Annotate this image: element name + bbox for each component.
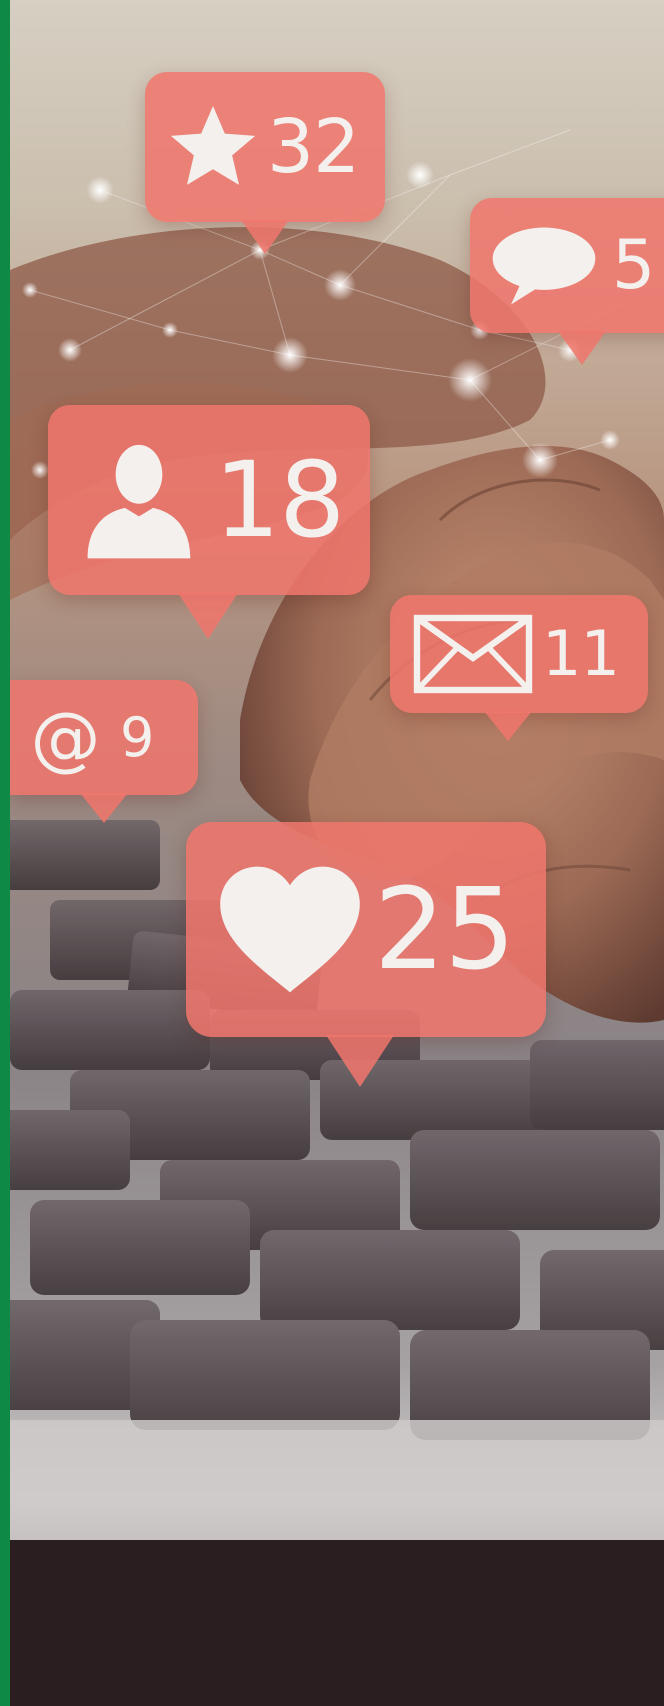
follower-notification-badge: 18: [48, 405, 370, 650]
follower-count: 18: [214, 439, 345, 561]
star-count: 32: [267, 104, 360, 190]
mention-notification-badge: @ 9: [10, 680, 198, 830]
heart-icon: [210, 822, 370, 1037]
like-count: 25: [374, 864, 516, 995]
star-icon: [163, 72, 263, 222]
social-notifications-photo: 32 5 18 11 @ 9 25: [0, 0, 664, 1706]
message-notification-badge: 11: [390, 595, 648, 745]
mention-count: 9: [120, 705, 154, 769]
envelope-icon: [408, 595, 538, 713]
speech-bubble-icon: [484, 198, 604, 333]
green-accent-strip: [0, 0, 10, 1706]
comment-notification-badge: 5: [470, 198, 664, 373]
like-notification-badge: 25: [186, 822, 546, 1097]
star-notification-badge: 32: [145, 72, 385, 267]
message-count: 11: [542, 617, 620, 690]
at-sign-icon: @: [30, 696, 101, 779]
comment-count: 5: [612, 225, 655, 305]
user-icon: [74, 405, 204, 595]
